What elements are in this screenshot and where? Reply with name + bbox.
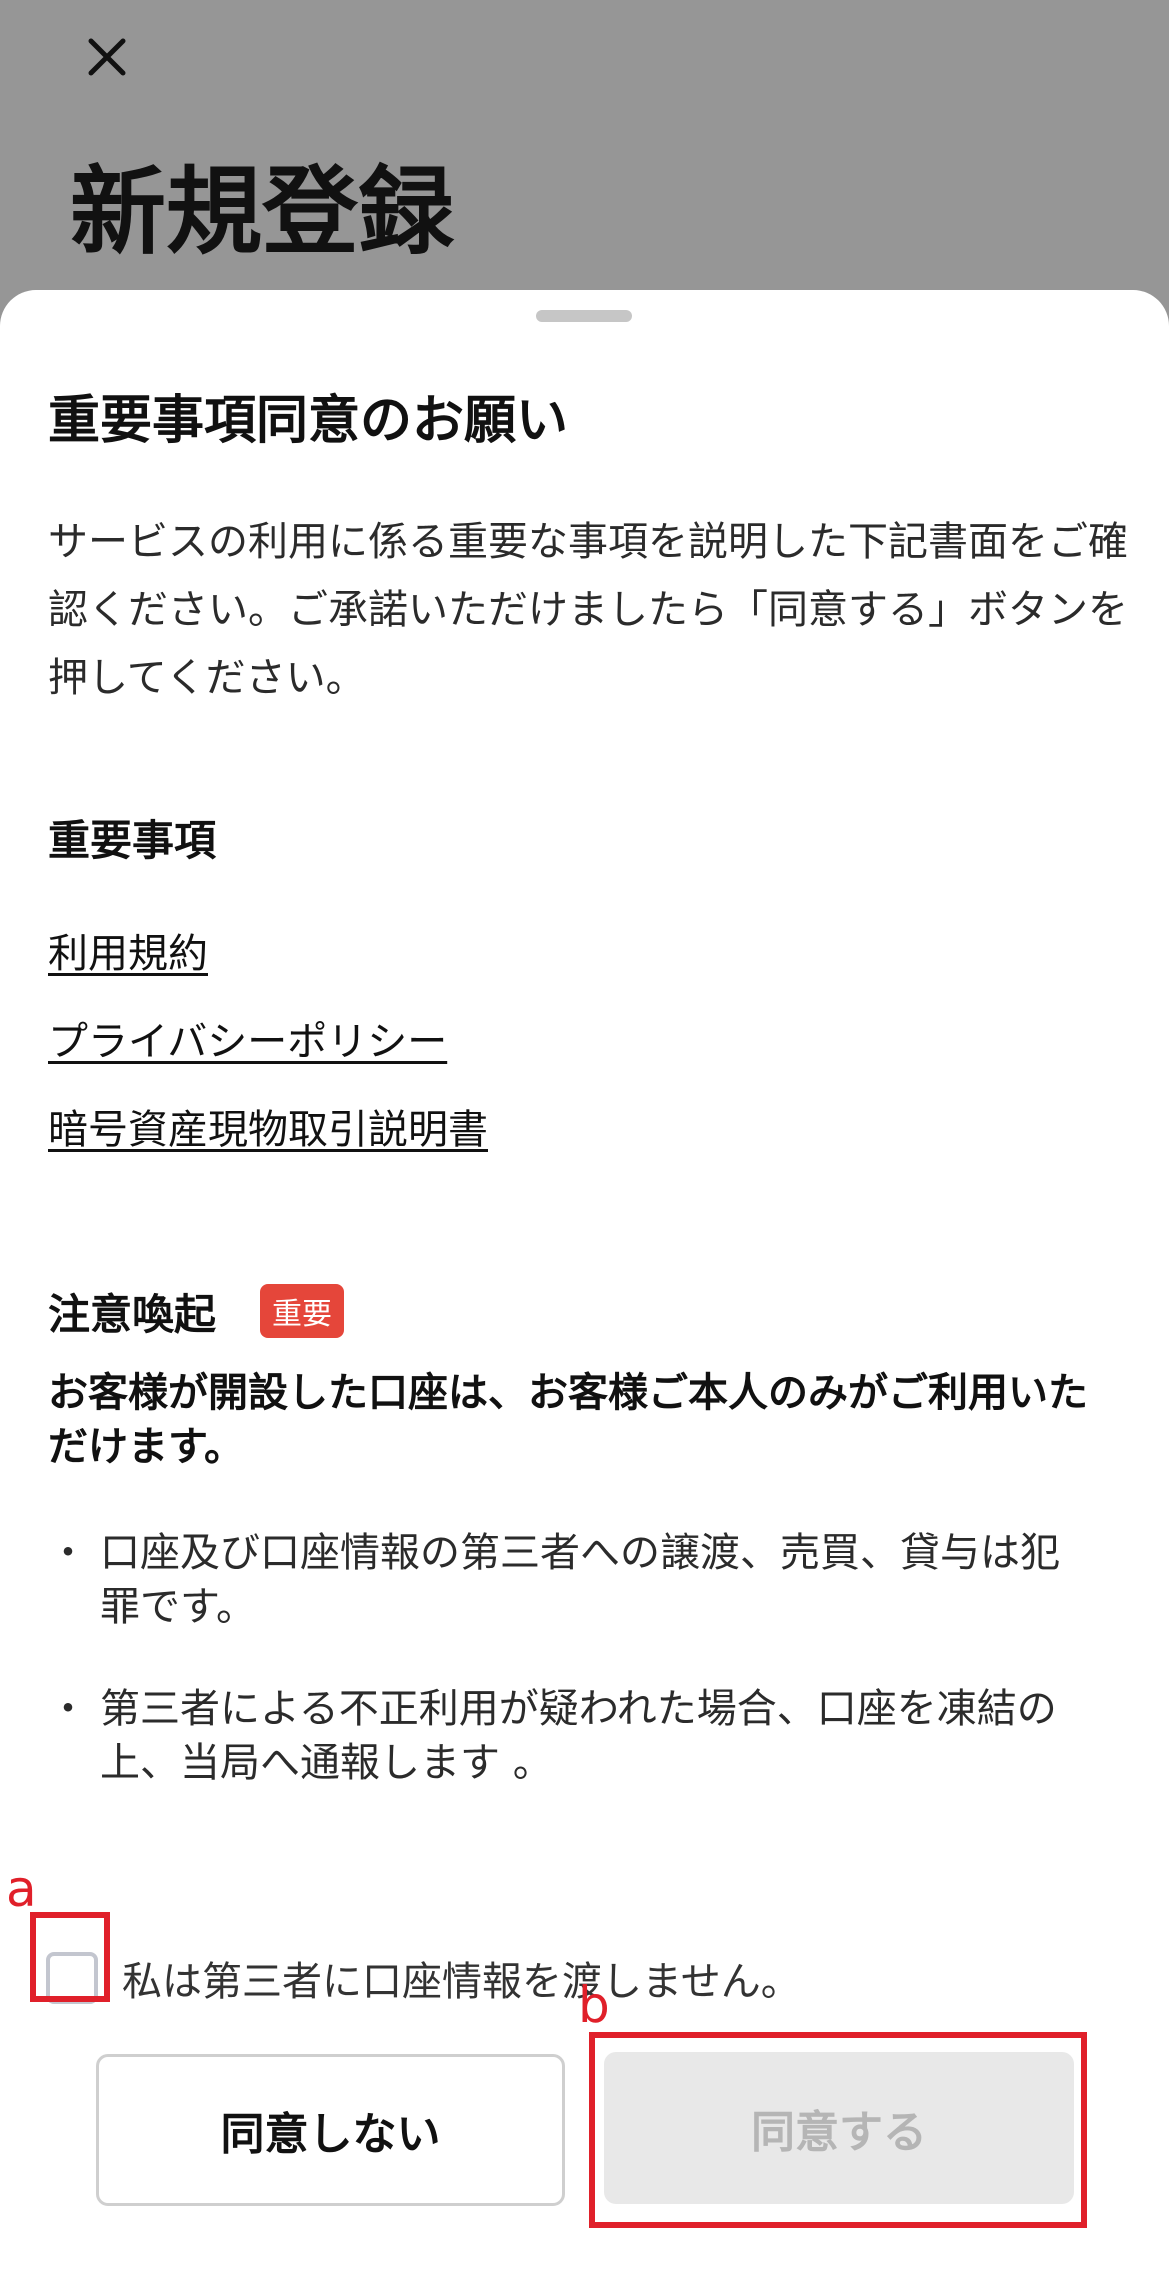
annotation-box-a [30,1912,110,2002]
decline-button[interactable]: 同意しない [96,2054,565,2206]
bullet-marker: ・ [48,1686,88,1732]
warning-lead-text: お客様が開設した口座は、お客様ご本人のみがご利用いただけます。 [48,1370,1088,1470]
warning-bullet-item: ・ 第三者による不正利用が疑われた場合、口座を凍結の上、当局へ通報します 。 [48,1682,1068,1790]
close-button[interactable] [70,20,144,94]
warning-section-title: 注意喚起 [48,1290,217,1339]
privacy-policy-link[interactable]: プライバシーポリシー [48,1018,447,1066]
crypto-spot-trading-doc-link[interactable]: 暗号資産現物取引説明書 [48,1106,488,1154]
no-transfer-confirmation-row[interactable]: 私は第三者に口座情報を渡しません。 [46,1946,801,2010]
terms-of-service-link[interactable]: 利用規約 [48,930,208,978]
documents-section-title: 重要事項 [48,816,217,865]
checkbox-label[interactable]: 私は第三者に口座情報を渡しません。 [122,1949,801,2007]
warning-bullet-item: ・ 口座及び口座情報の第三者への譲渡、売買、貸与は犯罪です。 [48,1526,1068,1634]
important-badge: 重要 [260,1284,344,1338]
close-icon [88,38,126,76]
page-title: 新規登録 [70,156,454,268]
bullet-marker: ・ [48,1530,88,1576]
sheet-drag-handle[interactable] [536,310,632,322]
warning-bullet-text: 口座及び口座情報の第三者への譲渡、売買、貸与は犯罪です。 [100,1530,1060,1630]
annotation-label-a: a [6,1860,37,1918]
warning-bullet-text: 第三者による不正利用が疑われた場合、口座を凍結の上、当局へ通報します 。 [100,1686,1057,1786]
intro-text: サービスの利用に係る重要な事項を説明した下記書面をご確認ください。ご承諾いただけ… [48,519,1128,701]
sheet-heading: 重要事項同意のお願い [48,391,569,451]
annotation-box-b [589,2032,1087,2228]
annotation-label-b: b [578,1976,610,2034]
